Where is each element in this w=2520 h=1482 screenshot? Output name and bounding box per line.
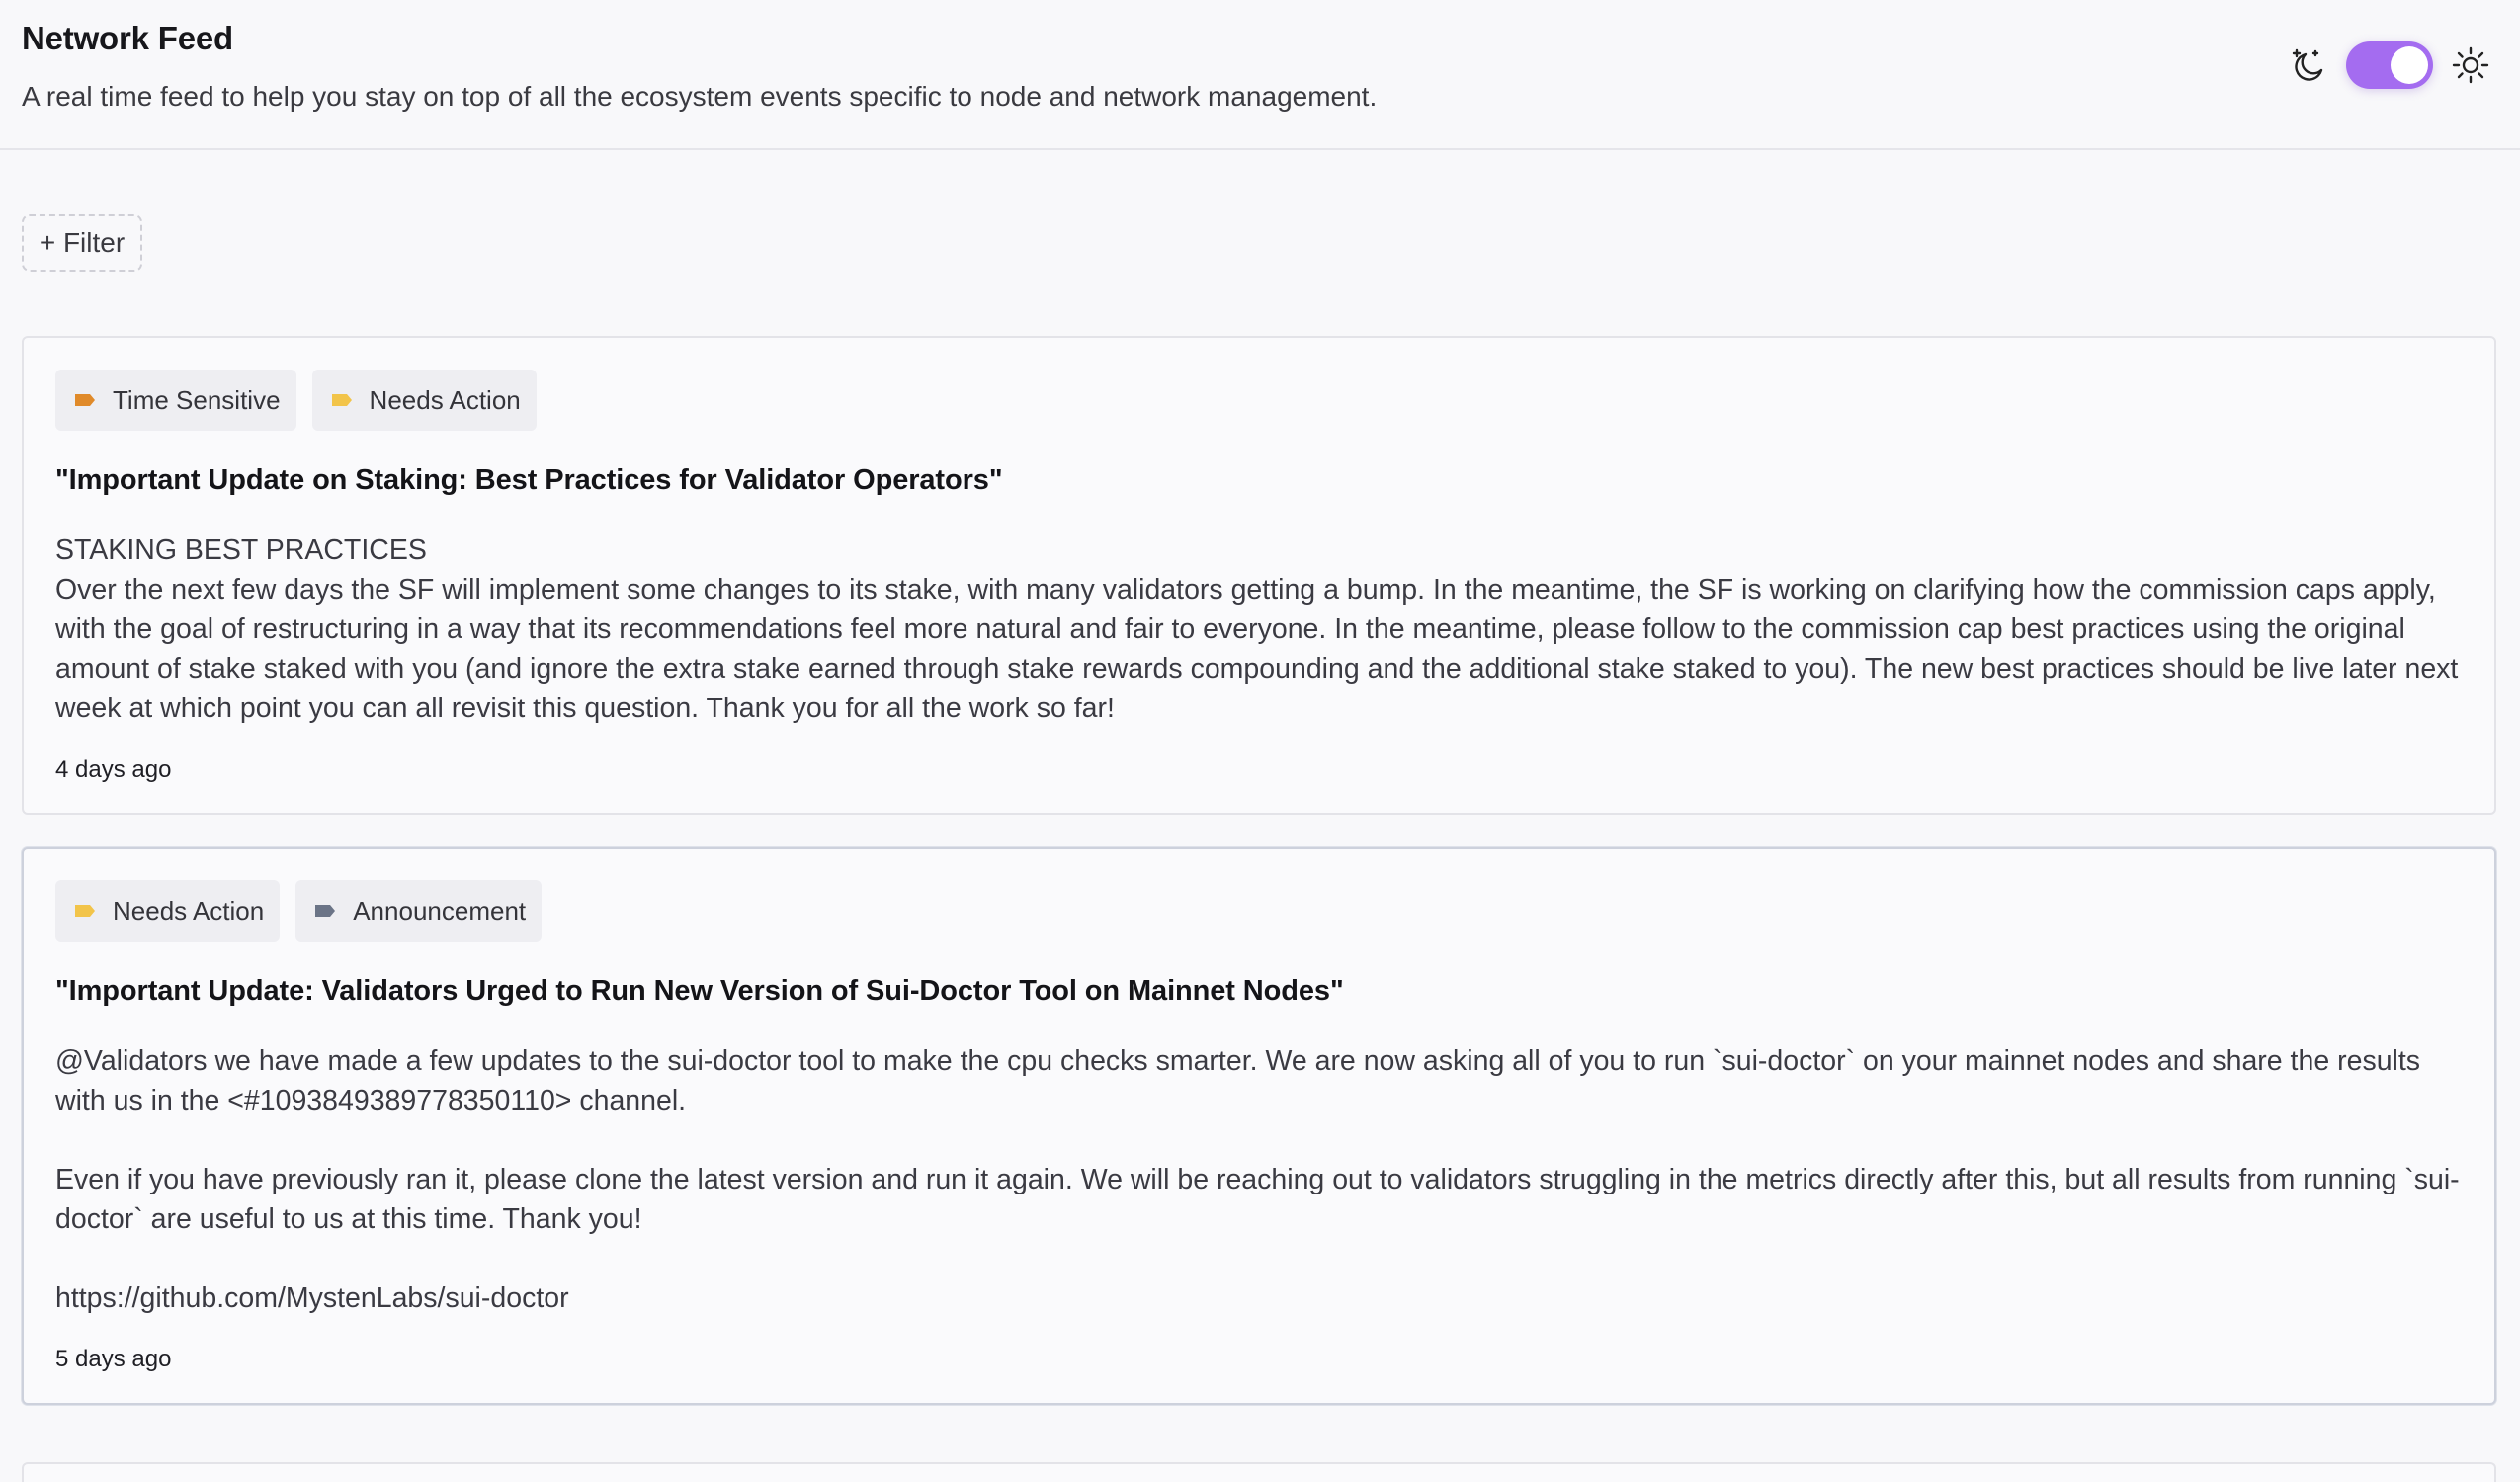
feed-card[interactable]: Needs Action Announcement "Important Upd… bbox=[22, 847, 2496, 1405]
feed-card-partial bbox=[22, 1462, 2496, 1482]
tag-needs-action[interactable]: Needs Action bbox=[311, 370, 537, 431]
sun-icon[interactable] bbox=[2449, 43, 2492, 87]
tag-list: Time Sensitive Needs Action bbox=[55, 370, 2463, 431]
tag-needs-action[interactable]: Needs Action bbox=[55, 880, 281, 942]
page-title: Network Feed bbox=[22, 20, 233, 56]
tag-label: Needs Action bbox=[369, 384, 521, 415]
feed-card[interactable]: Time Sensitive Needs Action "Important U… bbox=[22, 336, 2496, 815]
post-timestamp: 4 days ago bbox=[55, 756, 172, 782]
tag-icon bbox=[331, 394, 352, 406]
theme-toggle[interactable] bbox=[2346, 41, 2433, 89]
post-title: "Important Update: Validators Urged to R… bbox=[55, 975, 1344, 1007]
add-filter-button[interactable]: + Filter bbox=[22, 214, 142, 272]
tag-icon bbox=[315, 905, 336, 917]
toggle-knob bbox=[2391, 46, 2428, 84]
theme-controls bbox=[2287, 38, 2492, 93]
tag-time-sensitive[interactable]: Time Sensitive bbox=[55, 370, 296, 431]
post-title: "Important Update on Staking: Best Pract… bbox=[55, 464, 1003, 496]
tag-icon bbox=[75, 394, 95, 406]
tag-list: Needs Action Announcement bbox=[55, 880, 2463, 942]
post-timestamp: 5 days ago bbox=[55, 1346, 172, 1372]
tag-label: Announcement bbox=[353, 895, 527, 926]
tag-announcement[interactable]: Announcement bbox=[295, 880, 543, 942]
post-body: STAKING BEST PRACTICES Over the next few… bbox=[55, 535, 2459, 724]
moon-stars-icon[interactable] bbox=[2287, 43, 2330, 87]
page-header: Network Feed A real time feed to help yo… bbox=[0, 0, 2520, 150]
post-body: @Validators we have made a few updates t… bbox=[55, 1045, 2460, 1314]
tag-label: Needs Action bbox=[113, 895, 265, 926]
network-feed: Time Sensitive Needs Action "Important U… bbox=[22, 336, 2496, 1437]
tag-icon bbox=[75, 905, 95, 917]
tag-label: Time Sensitive bbox=[113, 384, 281, 415]
page-subtitle: A real time feed to help you stay on top… bbox=[22, 81, 1378, 112]
